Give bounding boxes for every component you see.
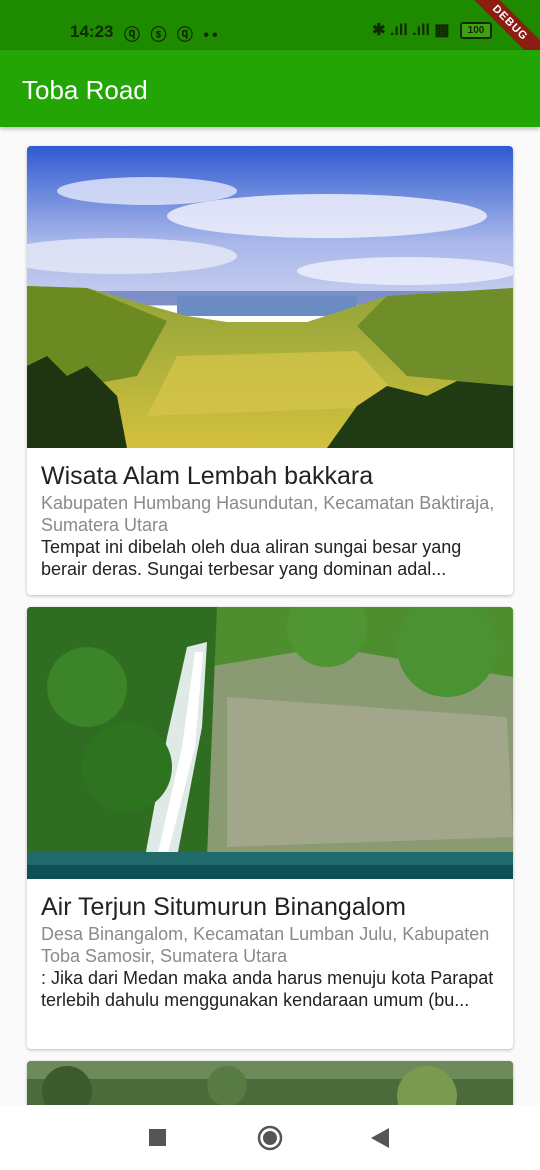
place-card[interactable] [27,1061,513,1105]
place-image-situmurun [27,607,513,879]
place-location: Desa Binangalom, Kecamatan Lumban Julu, … [41,924,490,966]
place-location: Kabupaten Humbang Hasundutan, Kecamatan … [41,493,495,535]
signal-icons: ✱ .ıll .ıll ▩ [372,22,450,39]
place-name: Air Terjun Situmurun Binangalom [41,893,407,921]
place-description: Tempat ini dibelah oleh dua aliran sunga… [41,537,462,579]
place-image-partial [27,1061,513,1105]
status-bar: 14:23 ⓠ ⓢ ⓠ •• ✱ .ıll .ıll ▩ 100 DEBUG [0,0,540,72]
home-circle-icon[interactable] [257,1125,283,1151]
notification-icons: ⓠ ⓢ ⓠ •• [124,27,221,44]
place-description: : Jika dari Medan maka anda harus menuju… [41,968,494,1010]
system-nav-bar [0,1105,540,1170]
status-time: 14:23 [70,22,114,41]
place-card[interactable]: Wisata Alam Lembah bakkara Kabupaten Hum… [27,146,513,595]
place-name: Wisata Alam Lembah bakkara [41,462,374,490]
place-image-lembah-bakkara [27,146,513,448]
recents-square-icon[interactable] [149,1129,166,1146]
back-triangle-icon[interactable] [371,1128,389,1148]
app-bar: Toba Road [0,50,540,127]
place-list[interactable]: Wisata Alam Lembah bakkara Kabupaten Hum… [0,127,540,1105]
place-card[interactable]: Air Terjun Situmurun Binangalom Desa Bin… [27,607,513,1049]
page-title: Toba Road [22,75,148,105]
battery-icon: 100 [460,22,492,40]
status-right-icons: ✱ .ıll .ıll ▩ 100 [372,20,492,40]
